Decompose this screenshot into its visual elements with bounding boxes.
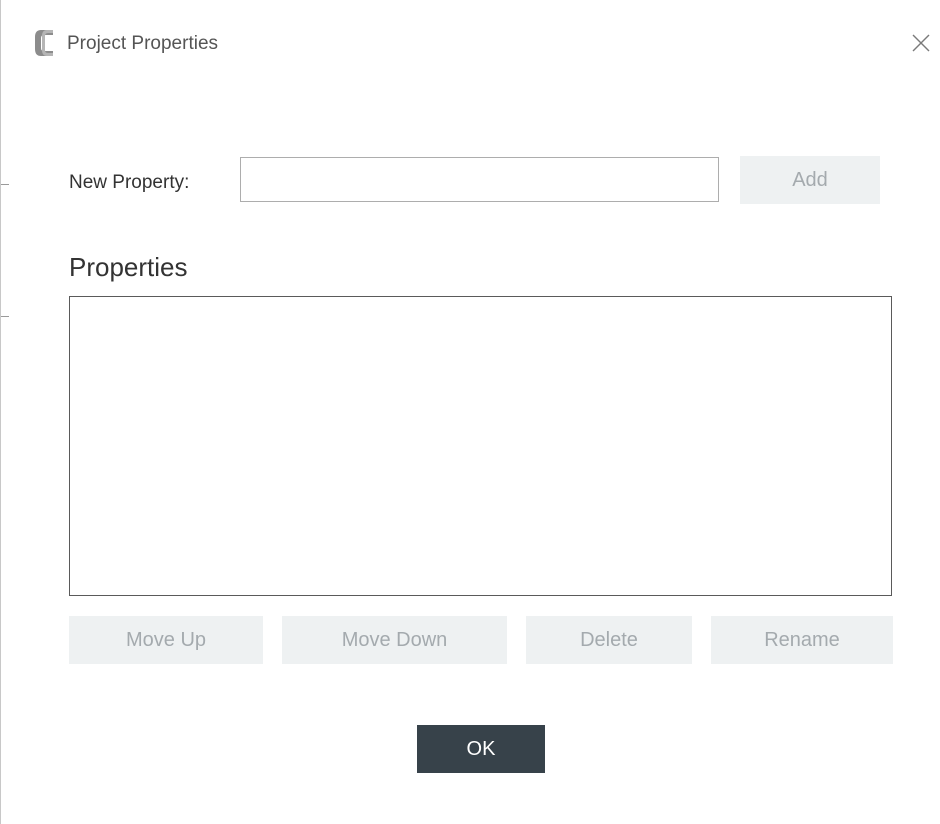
app-logo-icon: [33, 28, 59, 58]
move-down-button[interactable]: Move Down: [282, 616, 507, 664]
window-edge-marker: [1, 316, 9, 317]
move-up-button[interactable]: Move Up: [69, 616, 263, 664]
new-property-label: New Property:: [69, 172, 190, 193]
window-edge-marker: [1, 184, 9, 185]
close-button[interactable]: [905, 24, 940, 60]
properties-heading: Properties: [69, 252, 188, 282]
title-bar: Project Properties: [1, 0, 940, 80]
close-icon: [912, 34, 930, 52]
rename-button[interactable]: Rename: [711, 616, 893, 664]
project-properties-dialog: Project Properties New Property: Add Pro…: [0, 0, 940, 824]
ok-button[interactable]: OK: [417, 725, 545, 773]
new-property-input[interactable]: [240, 157, 719, 202]
delete-button[interactable]: Delete: [526, 616, 692, 664]
properties-list[interactable]: [69, 296, 892, 596]
add-button[interactable]: Add: [740, 156, 880, 204]
window-title: Project Properties: [67, 33, 219, 54]
